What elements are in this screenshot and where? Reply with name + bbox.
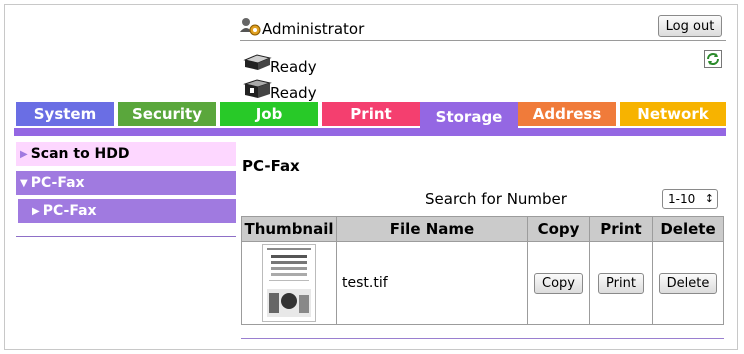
column-delete: Delete bbox=[652, 216, 724, 242]
user-header: Administrator bbox=[240, 16, 726, 41]
logout-button[interactable]: Log out bbox=[658, 15, 722, 37]
delete-cell: Delete bbox=[652, 241, 724, 325]
column-thumbnail: Thumbnail bbox=[241, 216, 337, 242]
sidebar-item-scan-to-hdd[interactable]: ▶ Scan to HDD bbox=[16, 142, 236, 166]
administrator-icon bbox=[240, 16, 262, 42]
administrator-label: Administrator bbox=[262, 20, 365, 38]
column-file-name: File Name bbox=[336, 216, 528, 242]
content-divider bbox=[241, 338, 724, 339]
sidebar-divider bbox=[16, 236, 236, 237]
scanner-icon bbox=[242, 78, 272, 104]
table-row: test.tif Copy Print Delete bbox=[241, 241, 724, 325]
tab-print[interactable]: Print bbox=[322, 102, 420, 126]
sidebar-subitem-pc-fax[interactable]: ▶ PC-Fax bbox=[18, 199, 236, 223]
table-header-row: Thumbnail File Name Copy Print Delete bbox=[241, 216, 724, 242]
copy-button[interactable]: Copy bbox=[534, 272, 583, 294]
page-title: PC-Fax bbox=[242, 157, 300, 175]
delete-button[interactable]: Delete bbox=[658, 272, 718, 294]
column-copy: Copy bbox=[527, 216, 590, 242]
copy-cell: Copy bbox=[527, 241, 590, 325]
tab-job[interactable]: Job bbox=[220, 102, 318, 126]
refresh-icon[interactable] bbox=[704, 50, 722, 68]
print-cell: Print bbox=[589, 241, 653, 325]
tab-address[interactable]: Address bbox=[518, 102, 616, 126]
printer-icon bbox=[242, 52, 272, 76]
tab-underline bbox=[14, 128, 726, 136]
range-select[interactable]: 1-10 ↕ bbox=[662, 189, 718, 209]
thumbnail-image[interactable] bbox=[262, 244, 316, 322]
file-name-cell: test.tif bbox=[336, 241, 528, 325]
printer-status-text: Ready bbox=[270, 58, 317, 76]
column-print: Print bbox=[589, 216, 653, 242]
scanner-status-text: Ready bbox=[270, 84, 317, 102]
triangle-down-icon: ▼ bbox=[20, 178, 28, 189]
tab-bar: System Security Job Print Storage Addres… bbox=[14, 102, 726, 134]
file-table: Thumbnail File Name Copy Print Delete te… bbox=[241, 216, 724, 325]
sidebar-item-pc-fax[interactable]: ▼ PC-Fax bbox=[16, 171, 236, 195]
triangle-right-icon: ▶ bbox=[32, 206, 40, 217]
search-label: Search for Number bbox=[425, 190, 567, 208]
triangle-right-icon: ▶ bbox=[20, 149, 28, 160]
tab-system[interactable]: System bbox=[16, 102, 114, 126]
print-button[interactable]: Print bbox=[598, 272, 644, 294]
spinner-arrows-icon: ↕ bbox=[704, 192, 714, 205]
thumbnail-cell bbox=[241, 241, 337, 325]
tab-network[interactable]: Network bbox=[620, 102, 726, 126]
tab-security[interactable]: Security bbox=[118, 102, 216, 126]
